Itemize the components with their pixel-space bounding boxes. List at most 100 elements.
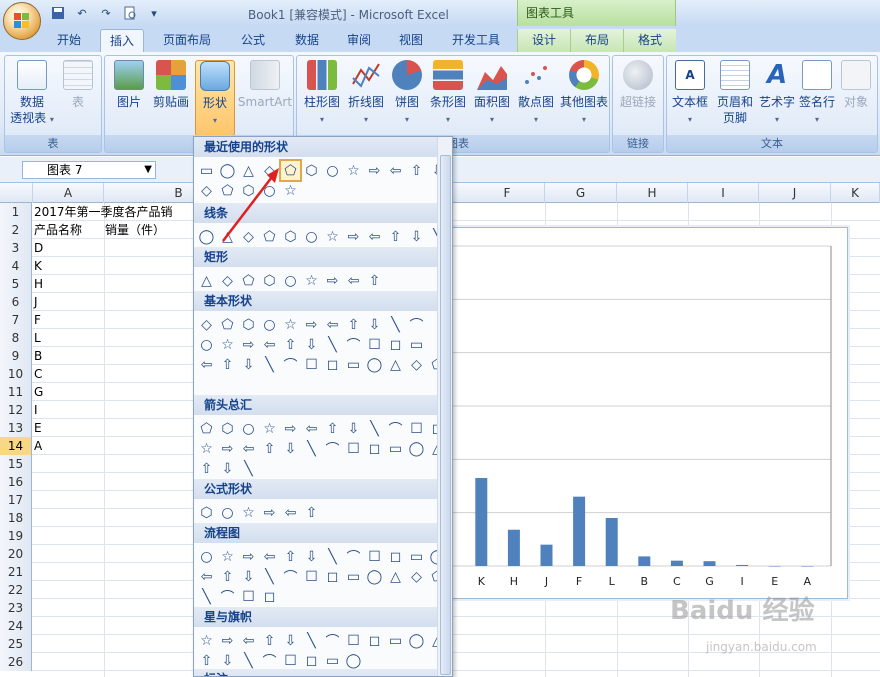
shape-option-icon[interactable]: ⌒ [386, 419, 405, 438]
shape-option-icon[interactable]: ◻ [323, 355, 342, 374]
shape-option-icon[interactable]: ⇨ [323, 271, 342, 290]
shape-option-icon[interactable]: △ [386, 355, 405, 374]
signature-line-button[interactable]: 签名行 ▾ [797, 60, 837, 128]
clip-art-button[interactable]: 剪贴画 [149, 60, 193, 110]
shape-option-icon[interactable]: ⇧ [344, 315, 363, 334]
shape-option-icon[interactable]: ▭ [344, 355, 363, 374]
other-charts-button[interactable]: 其他图表 ▾ [559, 60, 609, 128]
shape-option-icon[interactable]: ⇩ [344, 419, 363, 438]
shape-option-icon[interactable]: ⇧ [323, 419, 342, 438]
shape-option-icon[interactable]: ☆ [302, 271, 321, 290]
shape-option-icon[interactable]: ╲ [239, 459, 258, 478]
cell-a[interactable]: G [34, 383, 43, 401]
select-all-corner[interactable] [0, 183, 33, 203]
cell-a[interactable]: 产品名称 [34, 221, 82, 239]
save-icon[interactable] [48, 4, 68, 22]
shape-option-icon[interactable]: ◻ [386, 335, 405, 354]
shape-option-icon[interactable]: ⇩ [281, 439, 300, 458]
bar[interactable] [638, 556, 651, 566]
shape-option-icon[interactable]: ⇩ [365, 315, 384, 334]
text-box-button[interactable]: A 文本框 ▾ [669, 60, 711, 128]
gallery-scrollbar[interactable] [437, 137, 452, 676]
row-header[interactable]: 3 [0, 239, 32, 257]
shape-option-icon[interactable]: ⇧ [218, 355, 237, 374]
row-header[interactable]: 20 [0, 545, 32, 563]
cell-a[interactable]: C [34, 365, 42, 383]
shape-option-icon[interactable]: ⇦ [323, 315, 342, 334]
shape-option-icon[interactable]: ⇧ [260, 439, 279, 458]
cell-a[interactable]: I [34, 401, 38, 419]
row-header[interactable]: 14 [0, 437, 32, 455]
shape-option-icon[interactable]: ○ [218, 503, 237, 522]
row-header[interactable]: 11 [0, 383, 32, 401]
shape-option-icon[interactable]: ⇩ [281, 631, 300, 650]
shape-option-icon[interactable]: ⇩ [239, 355, 258, 374]
bar[interactable] [703, 561, 716, 566]
shape-option-icon[interactable]: ◻ [323, 567, 342, 586]
shape-option-icon[interactable]: ⇨ [302, 315, 321, 334]
shape-option-icon[interactable]: ○ [239, 419, 258, 438]
shape-option-icon[interactable]: ⇨ [239, 335, 258, 354]
col-header-i[interactable]: I [688, 183, 759, 203]
row-header[interactable]: 9 [0, 347, 32, 365]
pie-chart-button[interactable]: 饼图 ▾ [389, 60, 425, 128]
shape-option-icon[interactable]: ⇧ [281, 547, 300, 566]
shape-option-icon[interactable]: ◇ [407, 355, 426, 374]
shape-option-icon[interactable]: ○ [281, 271, 300, 290]
tab-data[interactable]: 数据 [286, 29, 328, 52]
print-preview-icon[interactable] [120, 4, 140, 22]
shape-option-icon[interactable]: ○ [302, 227, 321, 246]
shape-option-icon[interactable]: ☐ [407, 419, 426, 438]
shape-option-icon[interactable]: ⇦ [344, 271, 363, 290]
row-header[interactable]: 13 [0, 419, 32, 437]
shape-option-icon[interactable]: ⇦ [197, 355, 216, 374]
chart-object[interactable]: KHJFLBCGIEA [452, 227, 848, 599]
cell-a[interactable]: K [34, 257, 42, 275]
shape-option-icon[interactable]: ⇧ [302, 503, 321, 522]
shape-option-icon[interactable]: ⇧ [365, 271, 384, 290]
col-header-f[interactable]: F [470, 183, 545, 203]
shape-option-icon[interactable]: ⌒ [323, 631, 342, 650]
row-header[interactable]: 23 [0, 599, 32, 617]
scrollbar-thumb[interactable] [440, 155, 451, 675]
shape-option-icon[interactable]: ⇨ [239, 547, 258, 566]
shape-option-icon[interactable]: ☐ [239, 587, 258, 606]
bar[interactable] [605, 518, 618, 566]
shape-option-icon[interactable]: ☆ [197, 631, 216, 650]
table-button[interactable]: 表 [59, 60, 97, 110]
row-header[interactable]: 18 [0, 509, 32, 527]
shape-option-icon[interactable]: ◻ [260, 587, 279, 606]
shape-option-icon[interactable]: ⬠ [197, 419, 216, 438]
cell-a[interactable]: E [34, 419, 42, 437]
shape-option-icon[interactable]: ⌒ [281, 355, 300, 374]
shape-option-icon[interactable]: ◯ [407, 631, 426, 650]
shape-option-icon[interactable]: ⇨ [365, 161, 384, 180]
shapes-button[interactable]: 形状 ▾ [195, 60, 235, 136]
shape-option-icon[interactable]: ☆ [197, 439, 216, 458]
shape-option-icon[interactable]: ☆ [218, 335, 237, 354]
shape-option-icon[interactable]: ☆ [218, 547, 237, 566]
row-header[interactable]: 15 [0, 455, 32, 473]
shape-option-icon[interactable]: ⇦ [260, 547, 279, 566]
shape-option-icon[interactable]: ⌒ [281, 567, 300, 586]
row-header[interactable]: 2 [0, 221, 32, 239]
shape-option-icon[interactable]: ⌒ [407, 315, 426, 334]
shape-option-icon[interactable]: ⇧ [197, 459, 216, 478]
shape-option-icon[interactable]: ◇ [197, 181, 216, 200]
tab-developer[interactable]: 开发工具 [444, 29, 508, 52]
bar[interactable] [736, 564, 749, 566]
shape-option-icon[interactable]: ☆ [344, 161, 363, 180]
cell-a[interactable]: 2017年第一季度各产品销 [34, 203, 173, 221]
shape-option-icon[interactable]: ⇨ [260, 503, 279, 522]
cell-a[interactable]: D [34, 239, 43, 257]
tab-formulas[interactable]: 公式 [232, 29, 274, 52]
shape-option-icon[interactable]: ▭ [407, 547, 426, 566]
shape-option-icon[interactable]: ◯ [197, 227, 216, 246]
tab-view[interactable]: 视图 [390, 29, 432, 52]
cell-a[interactable]: A [34, 437, 42, 455]
shape-option-icon[interactable]: ⬠ [239, 271, 258, 290]
scatter-chart-button[interactable]: 散点图 ▾ [515, 60, 557, 128]
tab-home[interactable]: 开始 [48, 29, 90, 52]
shape-option-icon[interactable]: ○ [323, 161, 342, 180]
shape-option-icon[interactable]: ○ [260, 315, 279, 334]
